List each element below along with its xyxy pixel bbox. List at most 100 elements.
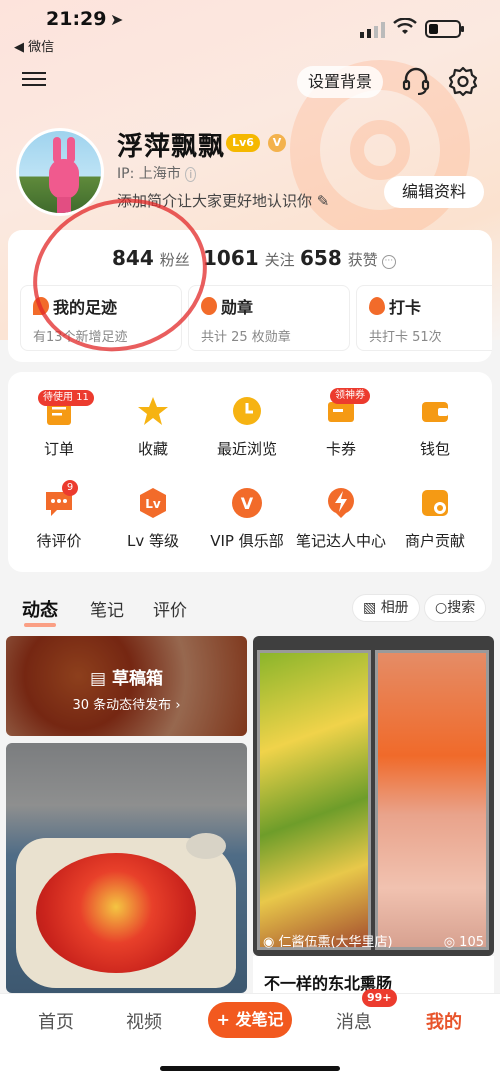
bio-prompt[interactable]: 添加简介让大家更好地认识你 ✎ bbox=[117, 190, 329, 211]
search-button[interactable]: ○搜索 bbox=[424, 594, 487, 622]
checkin-title: 打卡 bbox=[389, 298, 422, 317]
edit-profile-button[interactable]: 编辑资料 bbox=[384, 176, 484, 208]
grid-label: 最近浏览 bbox=[216, 440, 277, 458]
medal-card[interactable]: 勋章 共计 25 枚勋章 bbox=[188, 285, 350, 351]
bolt-icon bbox=[328, 488, 354, 518]
level-icon: Lv bbox=[140, 488, 166, 518]
search-label: 搜索 bbox=[447, 600, 476, 616]
nav-messages[interactable]: 消息 bbox=[336, 1008, 372, 1034]
draft-title: 草稿箱 bbox=[111, 669, 163, 689]
grid-label: 卡券 bbox=[325, 440, 356, 458]
nav-video[interactable]: 视频 bbox=[126, 1008, 162, 1034]
tab-notes[interactable]: 笔记 bbox=[90, 596, 124, 621]
headset-icon[interactable] bbox=[399, 64, 433, 98]
shop-icon bbox=[422, 490, 448, 516]
grid-label: 钱包 bbox=[419, 440, 450, 458]
status-bar: 21:29 ➤ ◀ 微信 bbox=[0, 0, 500, 56]
messages-badge: 99+ bbox=[362, 989, 397, 1007]
bio-text: 添加简介让大家更好地认识你 bbox=[117, 192, 313, 210]
grid-item-creator-center[interactable]: 笔记达人中心 bbox=[294, 486, 388, 551]
ip-text: IP: 上海市 bbox=[117, 166, 181, 182]
level-badge[interactable]: Lv6 bbox=[226, 134, 260, 152]
likes-stat[interactable]: 658 获赞 ··· bbox=[300, 246, 396, 270]
medal-icon bbox=[201, 297, 217, 315]
clock-icon bbox=[233, 397, 261, 425]
content-tabs: 动态 笔记 评价 ▧ 相册 ○搜索 bbox=[0, 590, 500, 630]
location-arrow-icon: ➤ bbox=[110, 10, 124, 29]
chevron-right-icon: › bbox=[175, 698, 181, 713]
image-icon: ▧ bbox=[363, 600, 377, 616]
following-label: 关注 bbox=[264, 251, 295, 269]
footprint-title: 我的足迹 bbox=[53, 298, 118, 317]
tab-reviews[interactable]: 评价 bbox=[153, 596, 187, 621]
more-icon[interactable]: ··· bbox=[381, 255, 396, 269]
grid-label: 收藏 bbox=[137, 440, 168, 458]
location-pin-icon: ◉ bbox=[263, 935, 275, 950]
followers-label: 粉丝 bbox=[159, 251, 190, 269]
grid-item-wallet[interactable]: 钱包 bbox=[388, 394, 482, 459]
grid-label: 待评价 bbox=[36, 532, 82, 550]
grid-item-merchant[interactable]: 商户贡献 bbox=[388, 486, 482, 551]
drafts-card[interactable]: ▤ 草稿箱 30 条动态待发布 › bbox=[6, 636, 247, 736]
coupons-badge: 领神券 bbox=[330, 388, 370, 404]
status-time: 21:29 bbox=[46, 8, 107, 30]
battery-icon bbox=[425, 20, 464, 38]
draft-sub: 30 条动态待发布 bbox=[72, 698, 172, 713]
draft-box-icon: ▤ bbox=[90, 669, 107, 689]
post-views: 105 bbox=[459, 935, 484, 950]
footprint-sub: 有13个新增足迹 bbox=[33, 330, 128, 345]
grid-label: Lv 等级 bbox=[126, 532, 179, 550]
nickname: 浮萍飘飘 bbox=[117, 132, 226, 162]
search-icon: ○ bbox=[435, 600, 448, 616]
footprint-card[interactable]: 我的足迹 有13个新增足迹 bbox=[20, 285, 182, 351]
map-pin-icon bbox=[33, 297, 49, 315]
tab-moments[interactable]: 动态 bbox=[22, 596, 58, 627]
settings-gear-icon[interactable] bbox=[446, 64, 480, 98]
grid-item-level[interactable]: Lv Lv 等级 bbox=[106, 486, 200, 551]
followers-count: 844 bbox=[112, 246, 154, 270]
grid-item-vip-club[interactable]: V VIP 俱乐部 bbox=[200, 486, 294, 551]
album-button[interactable]: ▧ 相册 bbox=[352, 594, 420, 622]
nav-me[interactable]: 我的 bbox=[426, 1008, 462, 1034]
star-icon bbox=[138, 397, 168, 425]
checkin-card[interactable]: 打卡 共打卡 51次 bbox=[356, 285, 492, 351]
grid-item-coupons[interactable]: 领神券 卡券 bbox=[294, 388, 388, 459]
signal-icon bbox=[360, 22, 385, 38]
vip-badge[interactable]: V bbox=[268, 134, 286, 152]
album-label: 相册 bbox=[380, 600, 409, 616]
vip-icon: V bbox=[232, 488, 262, 518]
post-location: 仁酱伍熏(大华里店) bbox=[278, 935, 393, 950]
eye-icon: ◎ bbox=[443, 935, 456, 950]
menu-icon[interactable] bbox=[22, 68, 46, 92]
wallet-icon bbox=[422, 402, 448, 422]
grid-label: 笔记达人中心 bbox=[295, 532, 386, 550]
function-grid: 待使用 11 订单 收藏 最近浏览 领神券 卡券 钱包 9 待评价 Lv Lv … bbox=[8, 372, 492, 572]
pencil-icon: ✎ bbox=[316, 192, 330, 210]
following-stat[interactable]: 1061 关注 bbox=[203, 246, 295, 270]
feed-image-spicy-dish[interactable] bbox=[6, 743, 247, 993]
medal-sub: 共计 25 枚勋章 bbox=[201, 330, 291, 345]
followers-stat[interactable]: 844 粉丝 bbox=[112, 246, 190, 270]
orders-badge: 待使用 11 bbox=[38, 390, 94, 406]
info-icon[interactable]: i bbox=[185, 167, 197, 182]
grid-item-recent[interactable]: 最近浏览 bbox=[200, 394, 294, 459]
grid-item-orders[interactable]: 待使用 11 订单 bbox=[12, 390, 106, 459]
ip-location: IP: 上海市 i bbox=[117, 163, 197, 183]
checkin-icon bbox=[369, 297, 385, 315]
likes-label: 获赞 bbox=[347, 251, 378, 269]
post-note-button[interactable]: + 发笔记 bbox=[208, 1002, 292, 1038]
avatar[interactable] bbox=[16, 128, 104, 216]
grid-item-favorites[interactable]: 收藏 bbox=[106, 394, 200, 459]
svg-text:Lv: Lv bbox=[145, 497, 161, 511]
set-background-button[interactable]: 设置背景 bbox=[297, 66, 383, 98]
nav-home[interactable]: 首页 bbox=[38, 1008, 74, 1034]
review-badge: 9 bbox=[62, 480, 78, 496]
following-count: 1061 bbox=[203, 246, 259, 270]
likes-count: 658 bbox=[300, 246, 342, 270]
grid-label: VIP 俱乐部 bbox=[210, 532, 284, 550]
svg-text:V: V bbox=[241, 494, 254, 513]
back-to-app-link[interactable]: ◀ 微信 bbox=[14, 36, 54, 55]
feed-image-smoked-meat[interactable]: ◉ 仁酱伍熏(大华里店) ◎ 105 bbox=[253, 636, 494, 956]
home-indicator bbox=[160, 1066, 340, 1071]
grid-item-to-review[interactable]: 9 待评价 bbox=[12, 480, 106, 551]
